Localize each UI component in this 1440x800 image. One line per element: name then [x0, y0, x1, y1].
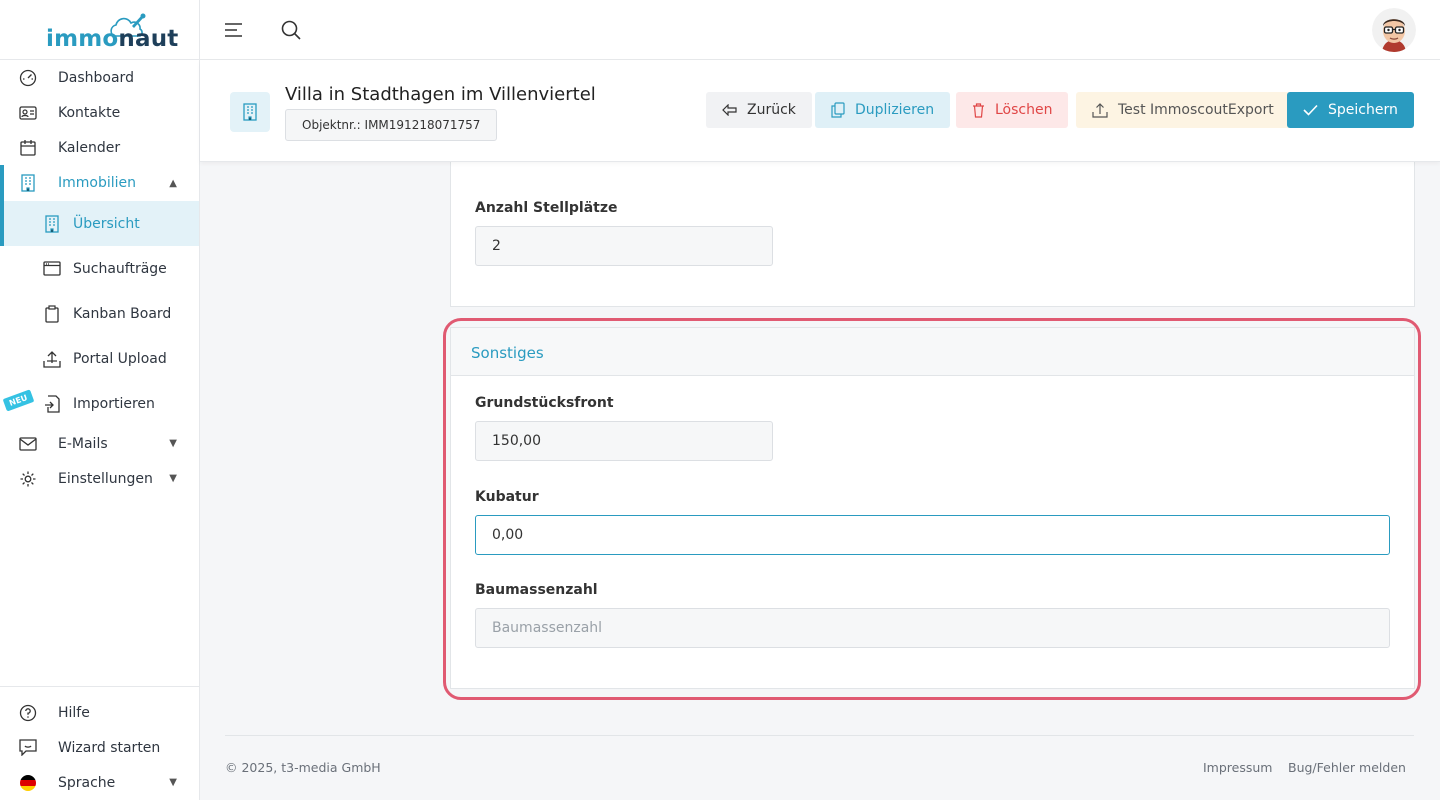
kubatur-label: Kubatur: [475, 489, 539, 505]
back-button-label: Zurück: [747, 102, 796, 118]
check-icon: [1303, 104, 1318, 116]
chat-bubble-icon: [18, 738, 38, 758]
sidebar-item-emails[interactable]: E-Mails ▼: [0, 426, 199, 461]
test-export-button[interactable]: Test ImmoscoutExport: [1076, 92, 1290, 128]
browser-window-icon: [42, 259, 62, 279]
calendar-icon: [18, 138, 38, 158]
grundstuecksfront-input[interactable]: 150,00: [475, 421, 773, 461]
logo[interactable]: immonaut: [0, 0, 199, 60]
page-title: Villa in Stadthagen im Villenviertel: [285, 84, 596, 105]
mail-icon: [18, 434, 38, 454]
sonstiges-card: Sonstiges Grundstücksfront 150,00 Kubatu…: [450, 327, 1415, 689]
chevron-down-icon: ▼: [169, 438, 177, 449]
object-header: Villa in Stadthagen im Villenviertel Obj…: [200, 60, 1440, 162]
footer-divider: [225, 735, 1414, 736]
sidebar-item-einstellungen[interactable]: Einstellungen ▼: [0, 461, 199, 496]
save-button[interactable]: Speichern: [1287, 92, 1414, 128]
chevron-up-icon: ▲: [169, 177, 177, 189]
sidebar-item-immobilien[interactable]: Immobilien ▲: [0, 165, 199, 201]
sidebar-item-label: Kalender: [58, 139, 121, 156]
footer-impressum-link[interactable]: Impressum: [1203, 760, 1272, 775]
avatar[interactable]: [1372, 8, 1416, 52]
german-flag-icon: [18, 773, 38, 793]
chevron-down-icon: ▼: [169, 473, 177, 484]
object-number-badge: Objektnr.: IMM191218071757: [285, 109, 498, 141]
sidebar-item-hilfe[interactable]: Hilfe: [0, 695, 199, 730]
clipboard-icon: [42, 304, 62, 324]
building-icon: [42, 214, 62, 234]
card-header: Sonstiges: [451, 328, 1414, 376]
menu-toggle-icon[interactable]: [222, 18, 246, 42]
sidebar-item-dashboard[interactable]: Dashboard: [0, 60, 199, 95]
duplicate-button[interactable]: Duplizieren: [815, 92, 951, 128]
help-icon: [18, 703, 38, 723]
upload-icon: [42, 349, 62, 369]
sidebar-subitem-kanban[interactable]: Kanban Board: [0, 291, 199, 336]
contacts-icon: [18, 103, 38, 123]
sidebar-subitem-uebersicht[interactable]: Übersicht: [0, 201, 199, 246]
dashboard-icon: [18, 68, 38, 88]
stellplaetze-input[interactable]: 2: [475, 226, 773, 266]
arrow-left-icon: [722, 104, 737, 116]
chevron-down-icon: ▼: [169, 777, 177, 788]
delete-button-label: Löschen: [995, 102, 1053, 118]
sidebar-item-label: E-Mails: [58, 435, 108, 452]
sidebar-item-label: Importieren: [73, 395, 155, 412]
sidebar: immonaut Dashboard Kontakte Kalender Imm…: [0, 0, 200, 800]
back-button[interactable]: Zurück: [706, 92, 812, 128]
sidebar-item-label: Hilfe: [58, 704, 90, 721]
sidebar-subitem-portal-upload[interactable]: Portal Upload: [0, 336, 199, 381]
baumassenzahl-input[interactable]: Baumassenzahl: [475, 608, 1390, 648]
property-details-card: Anzahl Stellplätze 2: [450, 122, 1415, 307]
sidebar-item-label: Portal Upload: [73, 350, 167, 367]
sidebar-item-label: Immobilien: [58, 175, 137, 191]
grundstuecksfront-label: Grundstücksfront: [475, 395, 614, 411]
sidebar-item-label: Suchaufträge: [73, 260, 167, 277]
import-icon: [42, 394, 62, 414]
footer-bug-report-link[interactable]: Bug/Fehler melden: [1288, 760, 1406, 775]
sidebar-bottom: Hilfe Wizard starten Sprache ▼: [0, 686, 199, 800]
logo-text: immonaut: [46, 26, 179, 52]
sidebar-nav: Dashboard Kontakte Kalender Immobilien ▲: [0, 60, 199, 496]
sidebar-item-label: Übersicht: [73, 215, 140, 232]
building-icon: [230, 92, 270, 132]
gear-icon: [18, 469, 38, 489]
sidebar-item-label: Wizard starten: [58, 739, 161, 756]
trash-icon: [972, 102, 985, 118]
sidebar-item-wizard[interactable]: Wizard starten: [0, 730, 199, 765]
sidebar-item-label: Kanban Board: [73, 305, 172, 322]
sidebar-subitem-suchauftraege[interactable]: Suchaufträge: [0, 246, 199, 291]
sidebar-item-label: Sprache: [58, 774, 116, 791]
sidebar-item-kalender[interactable]: Kalender: [0, 130, 199, 165]
sidebar-item-sprache[interactable]: Sprache ▼: [0, 765, 199, 800]
delete-button[interactable]: Löschen: [956, 92, 1069, 128]
search-icon[interactable]: [279, 18, 303, 42]
duplicate-button-label: Duplizieren: [855, 102, 935, 118]
card-title: Sonstiges: [471, 344, 544, 362]
topbar: [200, 0, 1440, 60]
sidebar-item-label: Kontakte: [58, 104, 121, 121]
sidebar-item-label: Dashboard: [58, 69, 134, 86]
sidebar-subitem-importieren[interactable]: Importieren: [0, 381, 199, 426]
sidebar-item-kontakte[interactable]: Kontakte: [0, 95, 199, 130]
stellplaetze-label: Anzahl Stellplätze: [475, 200, 618, 216]
kubatur-input[interactable]: 0,00: [475, 515, 1390, 555]
test-export-button-label: Test ImmoscoutExport: [1118, 102, 1274, 118]
baumassenzahl-label: Baumassenzahl: [475, 582, 598, 598]
copy-icon: [831, 102, 845, 118]
building-icon: [18, 173, 38, 193]
sidebar-item-label: Einstellungen: [58, 470, 153, 487]
save-button-label: Speichern: [1328, 102, 1398, 118]
footer-copyright: © 2025, t3-media GmbH: [225, 760, 381, 775]
upload-icon: [1092, 102, 1108, 118]
